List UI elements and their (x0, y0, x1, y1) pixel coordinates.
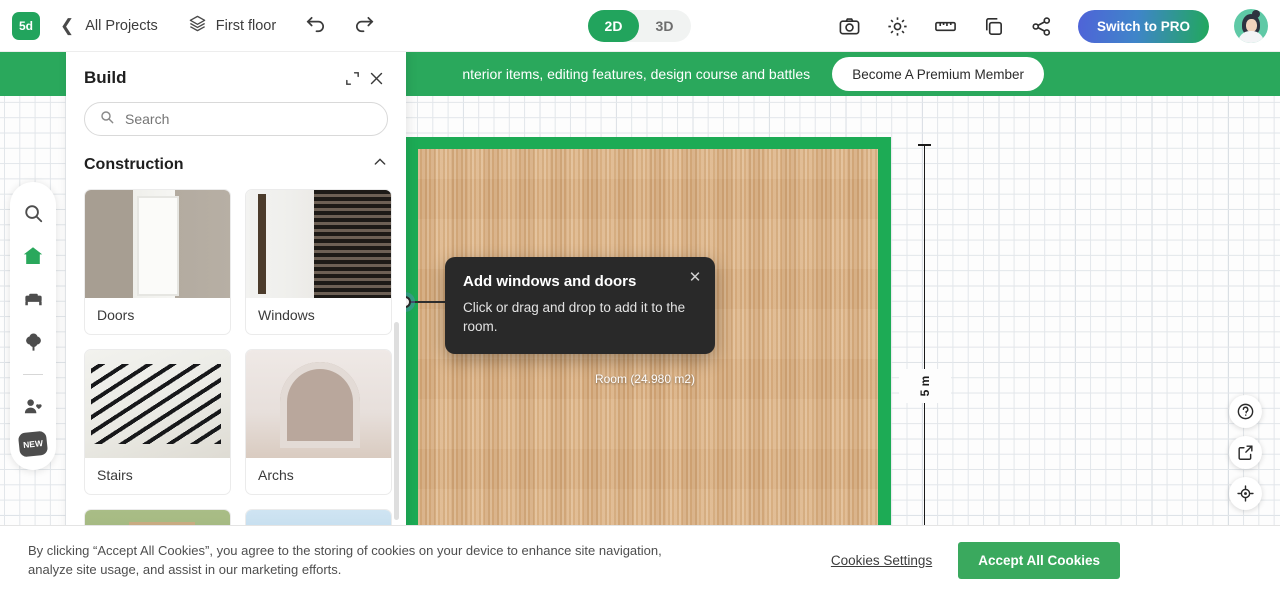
dimension-cap-top (918, 144, 931, 146)
top-toolbar: 5d ❮ All Projects First floor 2D 3D Swit… (0, 0, 1280, 52)
catalog-item-label: Stairs (97, 467, 133, 483)
expand-icon[interactable] (340, 66, 364, 90)
all-projects-link[interactable]: ❮ All Projects (60, 16, 158, 36)
community-icon[interactable] (16, 389, 50, 423)
construction-section-title: Construction (84, 155, 184, 173)
help-icon[interactable] (1229, 395, 1262, 428)
switch-to-pro-button[interactable]: Switch to PRO (1077, 9, 1209, 43)
search-icon (99, 109, 115, 130)
share-icon[interactable] (1030, 15, 1053, 38)
become-premium-button[interactable]: Become A Premium Member (832, 57, 1044, 91)
catalog-item-doors[interactable]: Doors (84, 189, 231, 335)
top-actions: Switch to PRO (838, 0, 1268, 52)
canvas-float-actions (1229, 395, 1262, 510)
dimension-label: 5 m (899, 369, 951, 403)
catalog-item-label: Windows (258, 307, 315, 323)
avatar-body (1238, 31, 1264, 43)
new-badge[interactable]: NEW (17, 430, 49, 458)
floor-label: First floor (215, 17, 277, 34)
catalog-item-archs[interactable]: Archs (245, 349, 392, 495)
chevron-up-icon[interactable] (372, 154, 388, 175)
redo-icon[interactable] (353, 14, 376, 37)
accept-all-cookies-button[interactable]: Accept All Cookies (958, 541, 1120, 579)
app-logo[interactable]: 5d (12, 11, 40, 40)
promo-banner-text: nterior items, editing features, design … (462, 66, 811, 82)
camera-icon[interactable] (838, 15, 861, 38)
view-mode-toggle[interactable]: 2D 3D (588, 10, 691, 42)
mode-2d-button[interactable]: 2D (588, 10, 639, 42)
page-title: Build (84, 68, 127, 87)
all-projects-label: All Projects (85, 17, 158, 34)
history-controls (304, 14, 376, 37)
build-panel-header: Build (66, 50, 406, 90)
dimension-line (924, 144, 925, 579)
cookie-actions: Cookies Settings Accept All Cookies (831, 541, 1120, 579)
archs-thumbnail (246, 350, 391, 458)
copy-icon[interactable] (982, 15, 1005, 38)
home-icon[interactable] (16, 239, 50, 273)
furniture-icon[interactable] (16, 282, 50, 316)
chevron-left-icon: ❮ (60, 15, 75, 35)
room-area-label: Room (24.980 m2) (594, 372, 696, 386)
undo-icon[interactable] (304, 14, 327, 37)
center-target-icon[interactable] (1229, 477, 1262, 510)
construction-section-header[interactable]: Construction (66, 136, 406, 175)
tooltip-leader-line (409, 301, 449, 303)
close-icon[interactable] (364, 66, 388, 90)
catalog-item-label: Archs (258, 467, 294, 483)
cookie-consent-text: By clicking “Accept All Cookies”, you ag… (28, 542, 662, 577)
tooltip-body: Click or drag and drop to add it to the … (463, 300, 686, 335)
windows-thumbnail (246, 190, 391, 298)
stairs-thumbnail (85, 350, 230, 458)
left-tool-rail: NEW (10, 182, 56, 470)
search-box[interactable] (84, 102, 388, 136)
catalog-item-windows[interactable]: Windows (245, 189, 392, 335)
gear-icon[interactable] (886, 15, 909, 38)
close-icon[interactable]: ✕ (685, 267, 705, 287)
tooltip-title: Add windows and doors (463, 273, 637, 290)
search-input[interactable] (125, 111, 373, 127)
cookie-consent-bar: By clicking “Accept All Cookies”, you ag… (0, 525, 1280, 594)
avatar-bun (1252, 10, 1260, 18)
tree-icon[interactable] (16, 325, 50, 359)
search-area (66, 90, 406, 136)
construction-item-grid: Doors Windows Stairs Archs (66, 175, 406, 536)
mode-3d-button[interactable]: 3D (639, 10, 690, 42)
build-panel: Build Cons (66, 50, 406, 536)
onboarding-tooltip: Add windows and doors Click or drag and … (445, 257, 715, 355)
cookies-settings-link[interactable]: Cookies Settings (831, 553, 932, 568)
avatar[interactable] (1234, 9, 1268, 43)
room-floor[interactable] (418, 149, 878, 579)
doors-thumbnail (85, 190, 230, 298)
ruler-icon[interactable] (934, 15, 957, 38)
layers-icon (188, 14, 207, 38)
catalog-item-stairs[interactable]: Stairs (84, 349, 231, 495)
panel-scrollbar[interactable] (394, 322, 399, 520)
external-link-icon[interactable] (1229, 436, 1262, 469)
floor-selector[interactable]: First floor (188, 14, 276, 38)
search-icon[interactable] (16, 196, 50, 230)
app-root: Room (24.980 m2) 5 m Add windows and doo… (0, 0, 1280, 594)
rail-divider (23, 374, 43, 375)
catalog-item-label: Doors (97, 307, 135, 323)
